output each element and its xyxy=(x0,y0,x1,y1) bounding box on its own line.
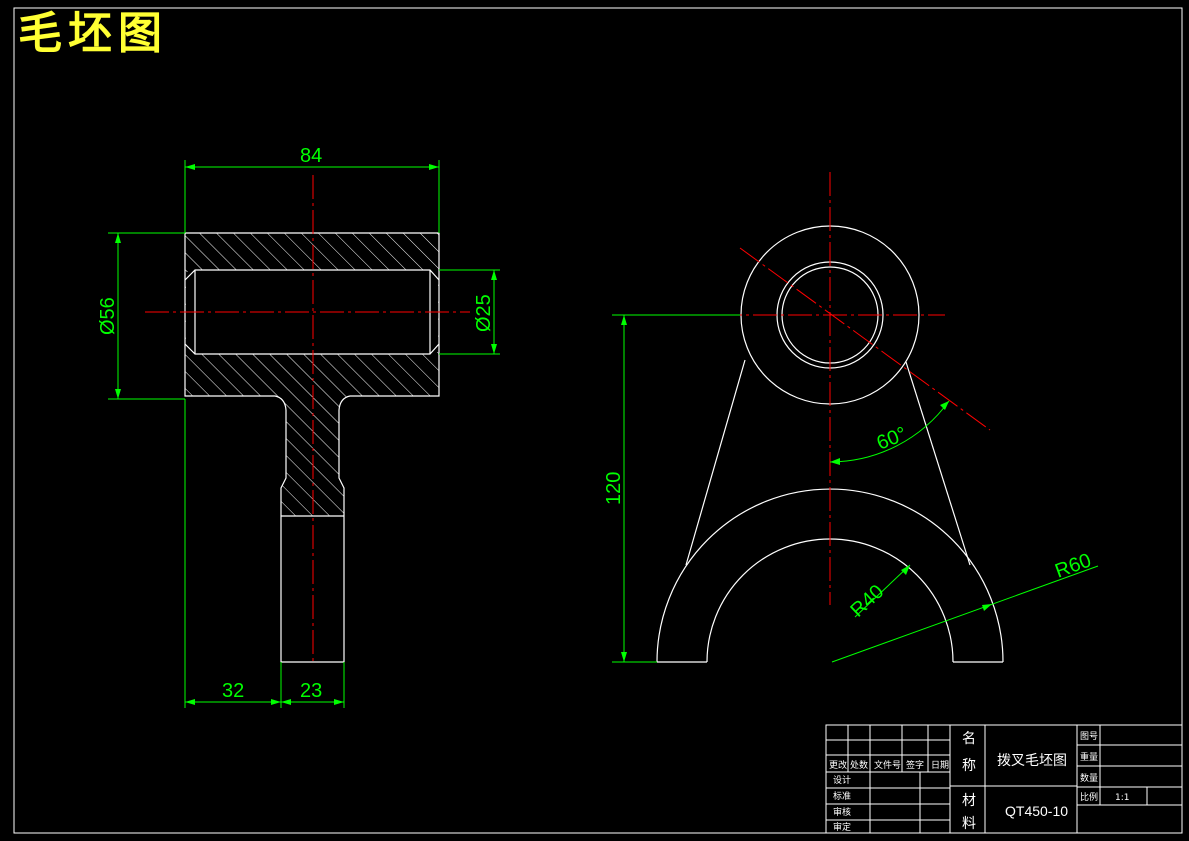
rev-header-date: 日期 xyxy=(931,760,949,771)
review-label: 审核 xyxy=(833,806,851,818)
drawing-canvas: 84 Ø56 Ø25 32 23 120 60° R40 R60 更改 处数 文… xyxy=(13,7,1183,834)
material-label-1: 材 xyxy=(962,793,976,809)
front-view: 120 60° R40 R60 xyxy=(603,172,1099,663)
dim-dia25-label: Ø25 xyxy=(473,294,495,332)
dimension-120 xyxy=(612,314,740,663)
name-label-1: 名 xyxy=(962,731,976,747)
dim-r60-label: R60 xyxy=(1052,549,1094,582)
rev-header-sign: 签字 xyxy=(906,759,924,771)
approve-label: 审定 xyxy=(833,821,851,833)
part-name: 拨叉毛坯图 xyxy=(997,753,1067,769)
dim-r40-label: R40 xyxy=(846,581,888,622)
title-block xyxy=(825,724,1183,834)
scale-label: 比例 xyxy=(1080,791,1098,803)
name-label-2: 称 xyxy=(962,758,976,774)
dim-angle-label: 60° xyxy=(874,423,910,455)
material-label-2: 料 xyxy=(962,816,976,832)
dimension-dia56 xyxy=(108,232,185,400)
dimension-84 xyxy=(184,160,440,233)
dim-32-label: 32 xyxy=(222,680,244,702)
dim-dia56-label: Ø56 xyxy=(97,297,119,335)
design-label: 设计 xyxy=(833,774,851,786)
rev-header-doc: 文件号 xyxy=(874,759,901,771)
scale-value: 1:1 xyxy=(1115,793,1129,803)
dim-84-label: 84 xyxy=(300,145,322,167)
material-value: QT450-10 xyxy=(1005,803,1068,819)
drawing-border xyxy=(13,7,1183,834)
standard-label: 标准 xyxy=(833,790,851,802)
rev-header-count: 处数 xyxy=(850,759,868,771)
rev-header-change: 更改 xyxy=(829,759,847,771)
weight-label: 重量 xyxy=(1080,751,1098,763)
section-view: 84 Ø56 Ø25 32 23 xyxy=(97,145,500,708)
arm-left xyxy=(685,359,746,566)
dim-120-label: 120 xyxy=(603,472,625,505)
drawing-no-label: 图号 xyxy=(1080,731,1098,742)
dim-23-label: 23 xyxy=(300,680,322,702)
quantity-label: 数量 xyxy=(1080,772,1098,784)
